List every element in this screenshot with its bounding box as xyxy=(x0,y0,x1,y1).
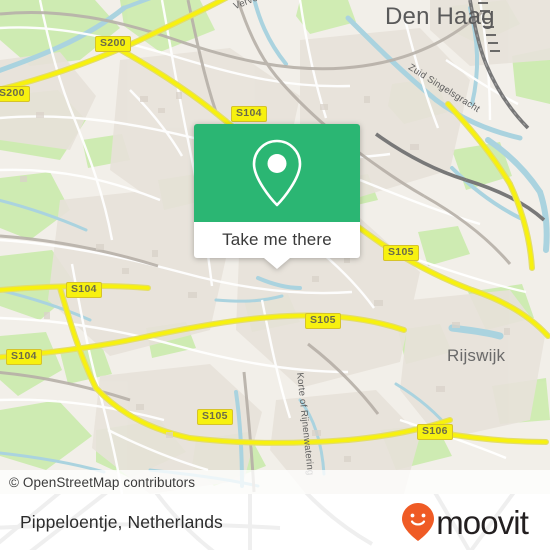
take-me-there-callout[interactable]: Take me there xyxy=(194,124,360,269)
place-title: Pippeloentje, Netherlands xyxy=(20,511,223,532)
moovit-logo[interactable]: moovit xyxy=(401,502,529,542)
callout-header xyxy=(194,124,360,222)
callout-footer[interactable]: Take me there xyxy=(194,222,360,269)
moovit-smiley-pin-icon xyxy=(402,503,435,541)
map-canvas[interactable]: Den Haag Rijswijk Verversingskanaal Zuid… xyxy=(0,0,550,494)
map-pin-icon xyxy=(252,139,302,207)
callout-tail xyxy=(264,258,290,269)
map-attribution-text: © OpenStreetMap contributors xyxy=(9,474,196,490)
moovit-wordmark: moovit xyxy=(436,503,529,541)
take-me-there-label: Take me there xyxy=(222,230,332,249)
map-attribution[interactable]: © OpenStreetMap contributors xyxy=(0,470,550,494)
moovit-place-card: Den Haag Rijswijk Verversingskanaal Zuid… xyxy=(0,0,550,550)
footer-bar: Pippeloentje, Netherlands moovit xyxy=(0,494,550,550)
